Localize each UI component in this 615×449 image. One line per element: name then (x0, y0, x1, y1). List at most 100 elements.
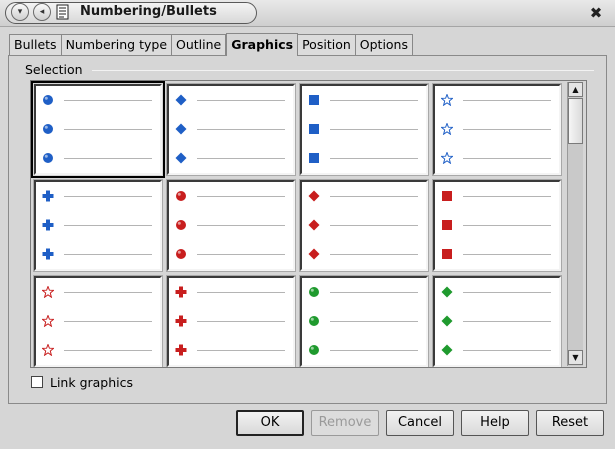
preview-text-line (64, 321, 152, 322)
selection-label: Selection (25, 62, 83, 77)
reset-button[interactable]: Reset (536, 410, 604, 436)
ball-bullet-icon (176, 220, 186, 230)
diamond-bullet-icon (175, 94, 187, 106)
diamond-bullet-icon (308, 219, 320, 231)
bullet-option-square[interactable] (432, 179, 562, 272)
preview-text-line (197, 196, 285, 197)
cancel-button[interactable]: Cancel (386, 410, 454, 436)
scroll-up-icon[interactable]: ▲ (568, 82, 583, 97)
preview-line (441, 190, 553, 202)
preview-line (175, 219, 287, 231)
preview-text-line (463, 129, 551, 130)
star-bullet-icon (42, 344, 54, 356)
link-graphics-label[interactable]: Link graphics (50, 375, 133, 390)
arrow-bullet-icon (42, 248, 54, 260)
ok-button[interactable]: OK (236, 410, 304, 436)
help-button[interactable]: Help (461, 410, 529, 436)
preview-line (308, 219, 420, 231)
tab-bar: Bullets Numbering type Outline Graphics … (9, 33, 413, 56)
close-icon[interactable]: ✖ (587, 4, 605, 22)
shade-icon[interactable]: ◂ (33, 3, 51, 21)
bullet-option-diamond[interactable] (166, 83, 296, 176)
preview-line (441, 315, 553, 327)
preview-text-line (64, 254, 152, 255)
scrollbar-thumb[interactable] (568, 98, 583, 144)
square-bullet-icon (309, 95, 319, 105)
arrow-bullet-icon (42, 219, 54, 231)
ball-bullet-icon (43, 95, 53, 105)
selection-divider (92, 70, 594, 71)
preview-line (308, 123, 420, 135)
bullet-option-ball[interactable] (31, 81, 165, 178)
square-bullet-icon (442, 191, 452, 201)
tab-bullets[interactable]: Bullets (9, 34, 62, 56)
bullet-option-diamond[interactable] (299, 179, 429, 272)
link-graphics-option[interactable]: Link graphics (31, 374, 133, 390)
star-bullet-icon (441, 123, 453, 135)
preview-line (175, 190, 287, 202)
preview-text-line (463, 350, 551, 351)
ball-bullet-icon (176, 249, 186, 259)
bullet-option-square[interactable] (299, 83, 429, 176)
preview-text-line (330, 292, 418, 293)
preview-text-line (64, 350, 152, 351)
ball-bullet-icon (176, 191, 186, 201)
preview-text-line (197, 292, 285, 293)
tab-options[interactable]: Options (355, 34, 413, 56)
preview-line (308, 248, 420, 260)
arrow-bullet-icon (175, 315, 187, 327)
square-bullet-icon (309, 153, 319, 163)
scroll-down-icon[interactable]: ▼ (568, 350, 583, 365)
bullet-option-arrow[interactable] (166, 275, 296, 367)
diamond-bullet-icon (175, 152, 187, 164)
tab-position[interactable]: Position (298, 34, 356, 56)
preview-text-line (64, 292, 152, 293)
preview-line (42, 315, 154, 327)
preview-line (441, 248, 553, 260)
bullet-option-ball[interactable] (166, 179, 296, 272)
preview-text-line (197, 100, 285, 101)
preview-text-line (463, 225, 551, 226)
tab-outline[interactable]: Outline (172, 34, 227, 56)
preview-text-line (197, 158, 285, 159)
bullet-option-arrow[interactable] (33, 179, 163, 272)
preview-text-line (330, 196, 418, 197)
window-menu-icon[interactable]: ▾ (11, 3, 29, 21)
preview-text-line (330, 254, 418, 255)
preview-line (441, 219, 553, 231)
preview-line (441, 152, 553, 164)
tab-numbering-type[interactable]: Numbering type (61, 34, 173, 56)
preview-text-line (197, 129, 285, 130)
preview-line (175, 123, 287, 135)
title-bar[interactable]: ▾ ◂ Numbering/Bullets ✖ (0, 0, 615, 27)
diamond-bullet-icon (175, 123, 187, 135)
preview-line (175, 344, 287, 356)
vertical-scrollbar[interactable]: ▲ ▼ (567, 82, 583, 366)
bullet-option-ball[interactable] (299, 275, 429, 367)
tab-graphics[interactable]: Graphics (226, 33, 299, 56)
bullet-option-star[interactable] (33, 275, 163, 367)
preview-line (308, 152, 420, 164)
preview-text-line (463, 196, 551, 197)
preview-line (42, 219, 154, 231)
preview-line (175, 152, 287, 164)
bullet-option-diamond[interactable] (432, 275, 562, 367)
link-graphics-checkbox[interactable] (31, 376, 43, 388)
square-bullet-icon (442, 249, 452, 259)
preview-text-line (330, 225, 418, 226)
star-bullet-icon (441, 94, 453, 106)
preview-text-line (64, 196, 152, 197)
preview-text-line (64, 158, 152, 159)
preview-line (42, 286, 154, 298)
diamond-bullet-icon (308, 248, 320, 260)
preview-line (175, 315, 287, 327)
arrow-bullet-icon (175, 344, 187, 356)
preview-line (175, 94, 287, 106)
preview-line (42, 344, 154, 356)
preview-text-line (64, 100, 152, 101)
diamond-bullet-icon (441, 344, 453, 356)
preview-line (308, 286, 420, 298)
remove-button[interactable]: Remove (311, 410, 379, 436)
bullet-option-star[interactable] (432, 83, 562, 176)
ball-bullet-icon (43, 153, 53, 163)
